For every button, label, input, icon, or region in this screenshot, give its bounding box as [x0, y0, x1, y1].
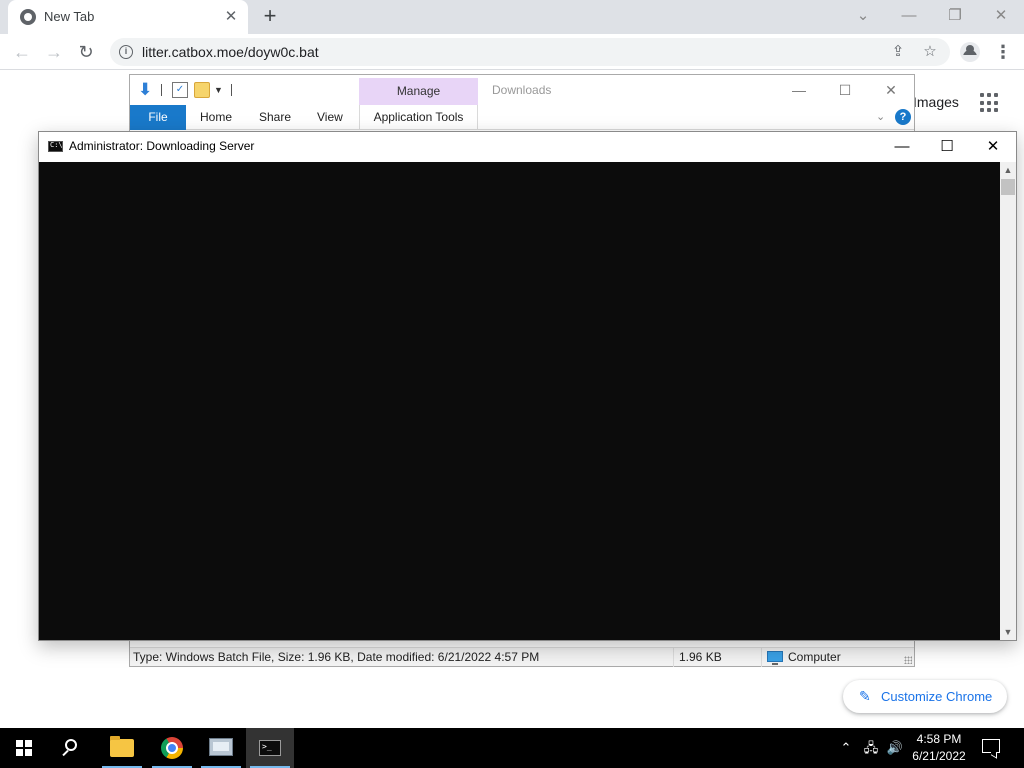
- browser-toolbar: ← → ↻ i litter.catbox.moe/doyw0c.bat ⇪ ☆…: [0, 34, 1024, 70]
- folder-icon: [110, 736, 134, 757]
- network-computer-icon: [209, 738, 233, 756]
- console-window: Administrator: Downloading Server — ☐ ✕ …: [38, 131, 1017, 641]
- profile-icon[interactable]: [960, 42, 980, 62]
- scroll-up-icon[interactable]: ▲: [1000, 162, 1016, 178]
- notification-center-icon[interactable]: [982, 739, 1000, 753]
- quick-access-dropdown-icon[interactable]: ▼: [214, 82, 230, 98]
- close-icon[interactable]: ✕: [979, 135, 1007, 159]
- tab-home[interactable]: Home: [200, 105, 232, 130]
- minimize-icon[interactable]: —: [888, 135, 916, 159]
- info-icon[interactable]: i: [119, 45, 133, 59]
- console-scrollbar[interactable]: ▲ ▼: [1000, 162, 1016, 640]
- expand-ribbon-icon[interactable]: ⌄: [876, 110, 885, 123]
- tab-share[interactable]: Share: [259, 105, 291, 130]
- explorer-statusbar: Type: Windows Batch File, Size: 1.96 KB,…: [130, 647, 914, 667]
- windows-logo-icon: [16, 740, 32, 756]
- close-icon[interactable]: ✕: [989, 4, 1013, 28]
- explorer-window-title: Downloads: [492, 83, 552, 97]
- network-icon[interactable]: 🖧: [862, 738, 880, 758]
- command-prompt-icon: [259, 740, 281, 756]
- clock-time: 4:58 PM: [916, 732, 962, 746]
- explorer-titlebar: ⬇ ✓ ▼ Manage Downloads — ☐ ✕: [130, 75, 914, 105]
- clock-date: 6/21/2022: [912, 749, 966, 763]
- start-button[interactable]: [0, 728, 48, 768]
- taskbar-network-app[interactable]: [197, 728, 245, 768]
- minimize-icon[interactable]: —: [897, 4, 921, 28]
- console-output-area[interactable]: [39, 162, 1000, 640]
- search-button[interactable]: [48, 728, 96, 768]
- maximize-icon[interactable]: ☐: [933, 135, 961, 159]
- apps-grid-icon[interactable]: [980, 93, 1000, 113]
- taskbar-chrome[interactable]: [148, 728, 196, 768]
- restore-icon[interactable]: ❐: [943, 4, 967, 28]
- chrome-icon: [161, 737, 183, 759]
- tab-view[interactable]: View: [317, 105, 343, 130]
- taskbar-command-prompt[interactable]: [246, 728, 294, 768]
- browser-tabstrip: New Tab ✕ + ⌄ — ❐ ✕: [0, 0, 1024, 34]
- tab-search-icon[interactable]: ⌄: [851, 4, 875, 28]
- customize-chrome-button[interactable]: ✎ Customize Chrome: [843, 680, 1007, 713]
- back-arrow-icon[interactable]: ←: [10, 40, 34, 64]
- properties-icon[interactable]: ✓: [172, 82, 188, 98]
- status-file-size: 1.96 KB: [679, 650, 722, 664]
- tab-application-tools[interactable]: Application Tools: [359, 105, 478, 130]
- tab-file[interactable]: File: [130, 105, 186, 130]
- command-prompt-icon[interactable]: [48, 141, 63, 152]
- maximize-icon[interactable]: ☐: [833, 80, 857, 100]
- tab-title: New Tab: [44, 9, 95, 24]
- star-icon[interactable]: ☆: [920, 42, 940, 62]
- pencil-icon: ✎: [859, 688, 871, 704]
- forward-arrow-icon[interactable]: →: [42, 40, 66, 64]
- kebab-menu-icon[interactable]: ⋮: [994, 40, 1012, 64]
- close-icon[interactable]: ✕: [879, 80, 903, 100]
- status-location: Computer: [788, 650, 841, 664]
- chevron-up-icon[interactable]: ⌃: [837, 738, 855, 758]
- tab-manage[interactable]: Manage: [359, 78, 478, 105]
- scrollbar-thumb[interactable]: [1001, 179, 1015, 195]
- resize-grip-icon[interactable]: [904, 656, 912, 664]
- tab-close-icon[interactable]: ✕: [222, 8, 240, 26]
- taskbar-file-explorer[interactable]: [98, 728, 146, 768]
- share-icon[interactable]: ⇪: [888, 42, 908, 62]
- volume-icon[interactable]: 🔊: [886, 738, 904, 758]
- console-titlebar[interactable]: Administrator: Downloading Server — ☐ ✕: [39, 132, 1016, 162]
- taskbar-clock[interactable]: 4:58 PM 6/21/2022: [908, 731, 970, 765]
- divider: [231, 84, 232, 96]
- status-file-details: Type: Windows Batch File, Size: 1.96 KB,…: [133, 650, 540, 664]
- browser-tab[interactable]: New Tab ✕: [8, 0, 248, 34]
- scroll-down-icon[interactable]: ▼: [1000, 624, 1016, 640]
- divider: [761, 648, 762, 667]
- address-bar[interactable]: i litter.catbox.moe/doyw0c.bat ⇪ ☆: [110, 38, 950, 66]
- new-tab-button[interactable]: +: [258, 5, 282, 29]
- help-icon[interactable]: ?: [895, 109, 911, 125]
- search-icon-handle: [62, 749, 69, 757]
- divider: [161, 84, 162, 96]
- windows-taskbar: ⌃ 🖧 🔊 4:58 PM 6/21/2022: [0, 728, 1024, 768]
- download-arrow-icon: ⬇: [138, 80, 153, 99]
- explorer-ribbon: File Home Share View Application Tools ⌄…: [130, 105, 914, 130]
- console-window-title: Administrator: Downloading Server: [69, 139, 255, 153]
- minimize-icon[interactable]: —: [787, 80, 811, 100]
- images-link[interactable]: Images: [913, 94, 959, 110]
- new-folder-icon[interactable]: [194, 82, 210, 98]
- address-bar-url[interactable]: litter.catbox.moe/doyw0c.bat: [142, 44, 319, 60]
- customize-chrome-label: Customize Chrome: [881, 689, 993, 704]
- reload-icon[interactable]: ↻: [74, 40, 98, 64]
- chrome-favicon-icon: [20, 9, 36, 25]
- divider: [673, 648, 674, 667]
- computer-icon: [767, 651, 783, 665]
